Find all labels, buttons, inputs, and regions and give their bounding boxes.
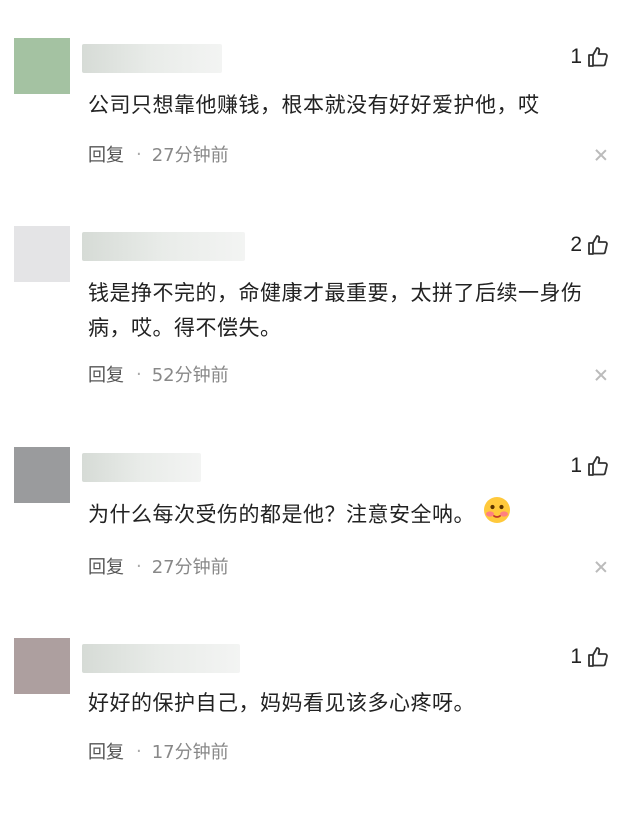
close-icon[interactable] bbox=[594, 560, 608, 574]
flushed-face-icon bbox=[481, 495, 513, 536]
username-blurred[interactable] bbox=[82, 453, 201, 482]
thumbs-up-icon bbox=[586, 45, 610, 69]
comment-text-body: 为什么每次受伤的都是他？注意安全呐。 bbox=[88, 502, 475, 527]
thumbs-up-icon bbox=[586, 645, 610, 669]
comment-text: 为什么每次受伤的都是他？注意安全呐。 bbox=[88, 495, 623, 536]
like-count: 1 bbox=[570, 454, 582, 477]
username-blurred[interactable] bbox=[82, 644, 240, 673]
reply-link[interactable]: 回复 bbox=[88, 141, 124, 167]
like-count: 1 bbox=[570, 645, 582, 668]
like-button[interactable]: 2 bbox=[570, 233, 610, 257]
comment-item: 1 公司只想靠他赚钱，根本就没有好好爱护他，哎 回复 · 27分钟前 bbox=[0, 38, 640, 228]
timestamp: 27分钟前 bbox=[151, 557, 229, 578]
comment-meta: 回复 · 27分钟前 bbox=[88, 553, 229, 579]
comment-item: 2 钱是挣不完的，命健康才最重要，太拼了后续一身伤病，哎。得不偿失。 回复 · … bbox=[0, 226, 640, 416]
like-button[interactable]: 1 bbox=[570, 454, 610, 478]
avatar[interactable] bbox=[14, 38, 70, 94]
separator-dot: · bbox=[136, 143, 142, 165]
avatar[interactable] bbox=[14, 447, 70, 503]
separator-dot: · bbox=[136, 555, 142, 577]
username-blurred[interactable] bbox=[82, 44, 222, 73]
avatar[interactable] bbox=[14, 226, 70, 282]
thumbs-up-icon bbox=[586, 233, 610, 257]
comment-meta: 回复 · 17分钟前 bbox=[88, 738, 229, 764]
comment-meta: 回复 · 52分钟前 bbox=[88, 361, 229, 387]
comment-text: 钱是挣不完的，命健康才最重要，太拼了后续一身伤病，哎。得不偿失。 bbox=[88, 281, 583, 340]
username-blurred[interactable] bbox=[82, 232, 245, 261]
like-button[interactable]: 1 bbox=[570, 45, 610, 69]
timestamp: 52分钟前 bbox=[151, 365, 229, 386]
close-icon[interactable] bbox=[594, 148, 608, 162]
like-button[interactable]: 1 bbox=[570, 645, 610, 669]
like-count: 2 bbox=[570, 233, 582, 256]
avatar[interactable] bbox=[14, 638, 70, 694]
comment-text: 好好的保护自己，妈妈看见该多心疼呀。 bbox=[88, 691, 475, 715]
reply-link[interactable]: 回复 bbox=[88, 738, 124, 764]
like-count: 1 bbox=[570, 45, 582, 68]
comment-item: 1 为什么每次受伤的都是他？注意安全呐。 回复 · 27分钟前 bbox=[0, 447, 640, 637]
reply-link[interactable]: 回复 bbox=[88, 361, 124, 387]
timestamp: 27分钟前 bbox=[151, 145, 229, 166]
timestamp: 17分钟前 bbox=[151, 742, 229, 763]
comment-item: 1 好好的保护自己，妈妈看见该多心疼呀。 回复 · 17分钟前 bbox=[0, 638, 640, 828]
thumbs-up-icon bbox=[586, 454, 610, 478]
separator-dot: · bbox=[136, 740, 142, 762]
separator-dot: · bbox=[136, 363, 142, 385]
close-icon[interactable] bbox=[594, 368, 608, 382]
reply-link[interactable]: 回复 bbox=[88, 553, 124, 579]
comment-meta: 回复 · 27分钟前 bbox=[88, 141, 229, 167]
comment-text: 公司只想靠他赚钱，根本就没有好好爱护他，哎 bbox=[88, 93, 540, 117]
